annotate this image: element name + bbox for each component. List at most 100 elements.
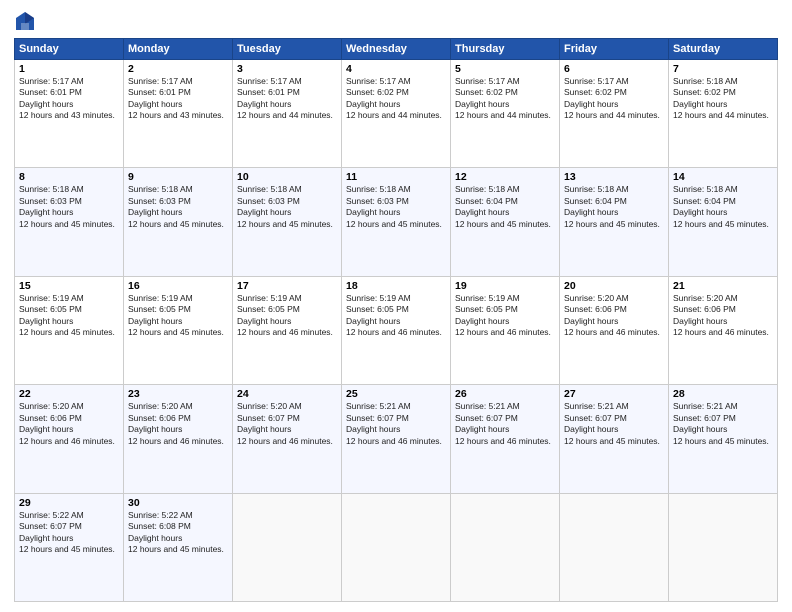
day-info: Sunrise: 5:22 AMSunset: 6:07 PMDaylight … [19, 510, 115, 554]
calendar-cell: 13Sunrise: 5:18 AMSunset: 6:04 PMDayligh… [560, 168, 669, 276]
day-info: Sunrise: 5:20 AMSunset: 6:06 PMDaylight … [564, 293, 660, 337]
day-info: Sunrise: 5:20 AMSunset: 6:07 PMDaylight … [237, 401, 333, 445]
day-info: Sunrise: 5:18 AMSunset: 6:04 PMDaylight … [564, 184, 660, 228]
day-info: Sunrise: 5:21 AMSunset: 6:07 PMDaylight … [346, 401, 442, 445]
calendar-cell: 28Sunrise: 5:21 AMSunset: 6:07 PMDayligh… [669, 385, 778, 493]
day-info: Sunrise: 5:18 AMSunset: 6:03 PMDaylight … [237, 184, 333, 228]
calendar-cell: 1Sunrise: 5:17 AMSunset: 6:01 PMDaylight… [15, 60, 124, 168]
day-number: 12 [455, 171, 555, 183]
calendar-header-sunday: Sunday [15, 39, 124, 60]
day-info: Sunrise: 5:19 AMSunset: 6:05 PMDaylight … [237, 293, 333, 337]
day-info: Sunrise: 5:17 AMSunset: 6:02 PMDaylight … [564, 76, 660, 120]
calendar-week-row: 15Sunrise: 5:19 AMSunset: 6:05 PMDayligh… [15, 276, 778, 384]
calendar-cell: 16Sunrise: 5:19 AMSunset: 6:05 PMDayligh… [124, 276, 233, 384]
calendar-cell: 30Sunrise: 5:22 AMSunset: 6:08 PMDayligh… [124, 493, 233, 601]
day-number: 2 [128, 63, 228, 75]
calendar-week-row: 8Sunrise: 5:18 AMSunset: 6:03 PMDaylight… [15, 168, 778, 276]
calendar-cell [342, 493, 451, 601]
calendar-cell: 8Sunrise: 5:18 AMSunset: 6:03 PMDaylight… [15, 168, 124, 276]
day-info: Sunrise: 5:17 AMSunset: 6:02 PMDaylight … [346, 76, 442, 120]
calendar-header-monday: Monday [124, 39, 233, 60]
calendar-cell: 29Sunrise: 5:22 AMSunset: 6:07 PMDayligh… [15, 493, 124, 601]
page: SundayMondayTuesdayWednesdayThursdayFrid… [0, 0, 792, 612]
calendar-cell: 5Sunrise: 5:17 AMSunset: 6:02 PMDaylight… [451, 60, 560, 168]
day-number: 23 [128, 388, 228, 400]
calendar-week-row: 29Sunrise: 5:22 AMSunset: 6:07 PMDayligh… [15, 493, 778, 601]
day-number: 16 [128, 280, 228, 292]
day-info: Sunrise: 5:21 AMSunset: 6:07 PMDaylight … [455, 401, 551, 445]
day-info: Sunrise: 5:17 AMSunset: 6:01 PMDaylight … [19, 76, 115, 120]
calendar-cell [451, 493, 560, 601]
calendar-header-saturday: Saturday [669, 39, 778, 60]
calendar-cell: 17Sunrise: 5:19 AMSunset: 6:05 PMDayligh… [233, 276, 342, 384]
day-number: 28 [673, 388, 773, 400]
calendar-cell: 9Sunrise: 5:18 AMSunset: 6:03 PMDaylight… [124, 168, 233, 276]
day-number: 1 [19, 63, 119, 75]
day-number: 21 [673, 280, 773, 292]
calendar-header-friday: Friday [560, 39, 669, 60]
day-info: Sunrise: 5:18 AMSunset: 6:03 PMDaylight … [19, 184, 115, 228]
day-info: Sunrise: 5:22 AMSunset: 6:08 PMDaylight … [128, 510, 224, 554]
header [14, 10, 778, 32]
day-number: 24 [237, 388, 337, 400]
day-number: 9 [128, 171, 228, 183]
calendar-cell: 11Sunrise: 5:18 AMSunset: 6:03 PMDayligh… [342, 168, 451, 276]
calendar-cell: 20Sunrise: 5:20 AMSunset: 6:06 PMDayligh… [560, 276, 669, 384]
calendar-cell: 12Sunrise: 5:18 AMSunset: 6:04 PMDayligh… [451, 168, 560, 276]
calendar-cell: 2Sunrise: 5:17 AMSunset: 6:01 PMDaylight… [124, 60, 233, 168]
calendar-header-wednesday: Wednesday [342, 39, 451, 60]
calendar-week-row: 22Sunrise: 5:20 AMSunset: 6:06 PMDayligh… [15, 385, 778, 493]
logo [14, 10, 40, 32]
calendar-cell [669, 493, 778, 601]
day-info: Sunrise: 5:21 AMSunset: 6:07 PMDaylight … [564, 401, 660, 445]
day-info: Sunrise: 5:18 AMSunset: 6:03 PMDaylight … [346, 184, 442, 228]
day-number: 19 [455, 280, 555, 292]
day-number: 26 [455, 388, 555, 400]
calendar-cell: 14Sunrise: 5:18 AMSunset: 6:04 PMDayligh… [669, 168, 778, 276]
calendar-cell: 21Sunrise: 5:20 AMSunset: 6:06 PMDayligh… [669, 276, 778, 384]
day-info: Sunrise: 5:20 AMSunset: 6:06 PMDaylight … [128, 401, 224, 445]
calendar-cell: 22Sunrise: 5:20 AMSunset: 6:06 PMDayligh… [15, 385, 124, 493]
day-number: 3 [237, 63, 337, 75]
day-number: 27 [564, 388, 664, 400]
day-info: Sunrise: 5:19 AMSunset: 6:05 PMDaylight … [346, 293, 442, 337]
calendar-cell: 25Sunrise: 5:21 AMSunset: 6:07 PMDayligh… [342, 385, 451, 493]
day-number: 17 [237, 280, 337, 292]
calendar-header-thursday: Thursday [451, 39, 560, 60]
calendar-cell: 7Sunrise: 5:18 AMSunset: 6:02 PMDaylight… [669, 60, 778, 168]
day-number: 18 [346, 280, 446, 292]
day-number: 14 [673, 171, 773, 183]
day-info: Sunrise: 5:18 AMSunset: 6:04 PMDaylight … [673, 184, 769, 228]
day-info: Sunrise: 5:19 AMSunset: 6:05 PMDaylight … [19, 293, 115, 337]
day-info: Sunrise: 5:18 AMSunset: 6:04 PMDaylight … [455, 184, 551, 228]
calendar-cell: 19Sunrise: 5:19 AMSunset: 6:05 PMDayligh… [451, 276, 560, 384]
day-number: 10 [237, 171, 337, 183]
day-number: 13 [564, 171, 664, 183]
day-number: 7 [673, 63, 773, 75]
day-number: 15 [19, 280, 119, 292]
calendar-table: SundayMondayTuesdayWednesdayThursdayFrid… [14, 38, 778, 602]
calendar-header-tuesday: Tuesday [233, 39, 342, 60]
day-number: 29 [19, 497, 119, 509]
day-info: Sunrise: 5:19 AMSunset: 6:05 PMDaylight … [128, 293, 224, 337]
calendar-cell: 24Sunrise: 5:20 AMSunset: 6:07 PMDayligh… [233, 385, 342, 493]
calendar-cell: 3Sunrise: 5:17 AMSunset: 6:01 PMDaylight… [233, 60, 342, 168]
logo-icon [14, 10, 36, 32]
calendar-cell: 23Sunrise: 5:20 AMSunset: 6:06 PMDayligh… [124, 385, 233, 493]
day-info: Sunrise: 5:17 AMSunset: 6:02 PMDaylight … [455, 76, 551, 120]
day-info: Sunrise: 5:17 AMSunset: 6:01 PMDaylight … [128, 76, 224, 120]
day-number: 6 [564, 63, 664, 75]
day-number: 20 [564, 280, 664, 292]
calendar-cell: 27Sunrise: 5:21 AMSunset: 6:07 PMDayligh… [560, 385, 669, 493]
calendar-cell [560, 493, 669, 601]
day-number: 5 [455, 63, 555, 75]
day-info: Sunrise: 5:19 AMSunset: 6:05 PMDaylight … [455, 293, 551, 337]
day-number: 25 [346, 388, 446, 400]
day-info: Sunrise: 5:20 AMSunset: 6:06 PMDaylight … [19, 401, 115, 445]
day-info: Sunrise: 5:21 AMSunset: 6:07 PMDaylight … [673, 401, 769, 445]
day-number: 22 [19, 388, 119, 400]
day-number: 11 [346, 171, 446, 183]
day-number: 4 [346, 63, 446, 75]
calendar-cell: 26Sunrise: 5:21 AMSunset: 6:07 PMDayligh… [451, 385, 560, 493]
calendar-header-row: SundayMondayTuesdayWednesdayThursdayFrid… [15, 39, 778, 60]
